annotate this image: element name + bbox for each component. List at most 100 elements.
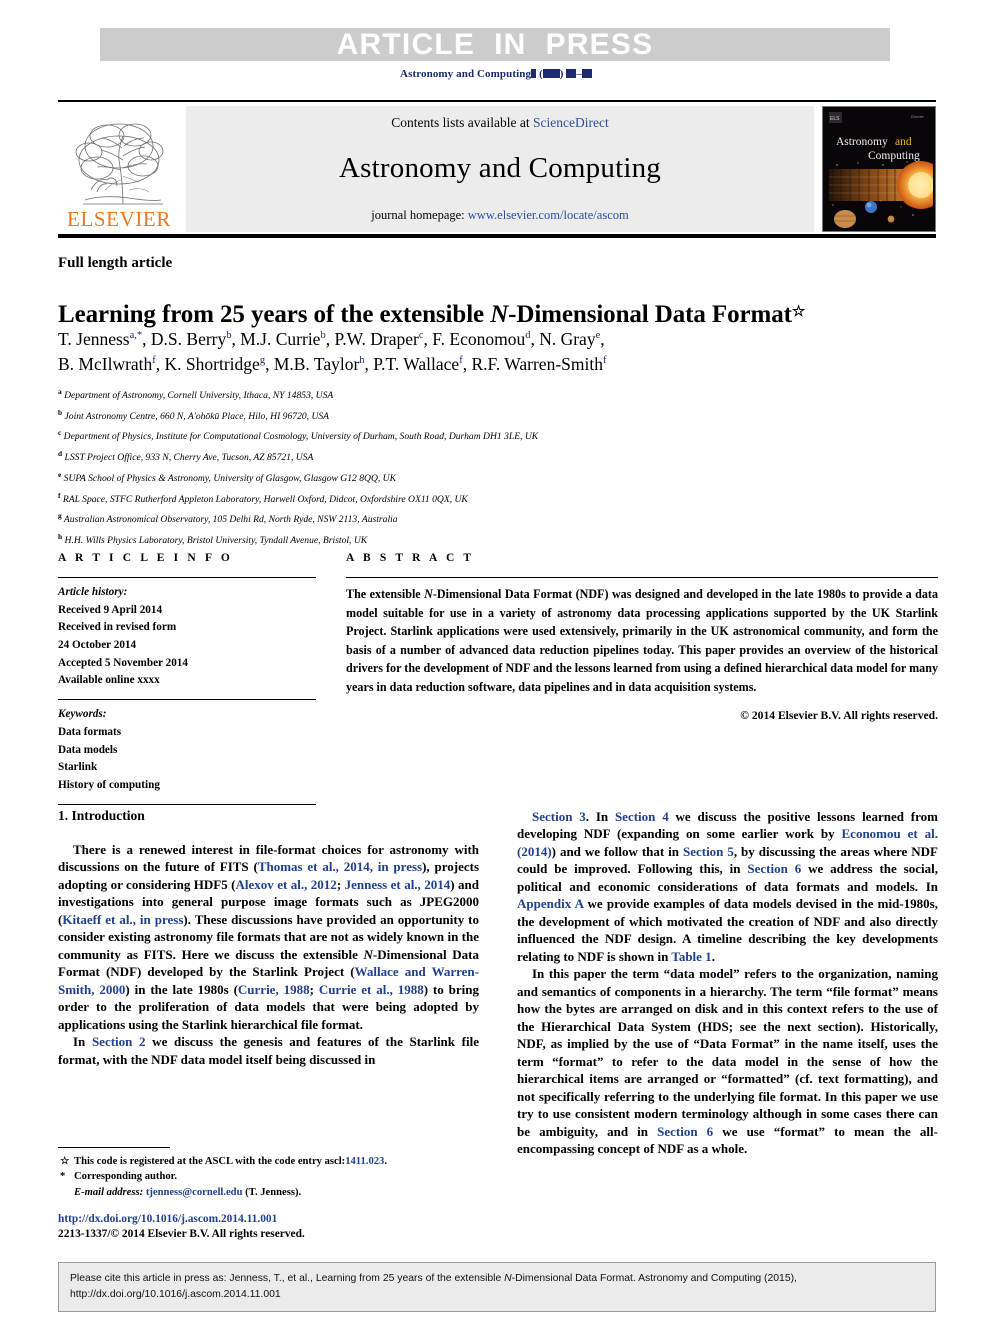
affiliation-item: a Department of Astronomy, Cornell Unive… [58,387,334,402]
keywords-label: Keywords: [58,708,107,721]
elsevier-wordmark: ELSEVIER [67,207,171,231]
email-address-label: E-mail address: [74,1186,144,1198]
article-history-line: Available online xxxx [58,674,160,687]
right-column-paragraphs: Section 3. In Section 4 we discuss the p… [517,808,938,1158]
citation-link[interactable]: Jenness et al., 2014 [345,877,451,892]
svg-text:Astronomy: Astronomy [836,136,888,148]
citation-link[interactable]: Currie, 1988 [238,982,310,997]
year-placeholder-block [542,69,560,78]
footnote-corresponding-author: * Corresponding author. [58,1169,479,1184]
keywords-block: Keywords: Data formats Data models Starlin… [58,700,316,803]
ascl-code-link[interactable]: 1411.023 [345,1156,384,1167]
citation-link[interactable]: Appendix A [517,896,583,911]
doi-block: http://dx.doi.org/10.1016/j.ascom.2014.1… [58,1212,479,1242]
sciencedirect-link[interactable]: ScienceDirect [533,115,609,130]
journal-homepage-prefix: journal homepage: [371,208,468,222]
body-paragraph: In this paper the term “data model” refe… [517,966,938,1157]
citation-link[interactable]: Thomas et al., 2014, in press [258,859,422,874]
citation-notice-text: Please cite this article in press as: Je… [70,1271,924,1302]
article-history-line: 24 October 2014 [58,639,137,652]
masthead-top-rule [58,100,936,102]
citation-link[interactable]: Section 3 [532,809,586,824]
keyword-item: Starlink [58,761,98,774]
body-paragraph: There is a renewed interest in file-form… [58,842,480,1032]
footnote-ascl-prefix: This code is registered at the ASCL with… [74,1156,346,1167]
email-owner-name: (T. Jenness). [245,1186,302,1198]
volume-placeholder-block [531,69,537,78]
citation-link[interactable]: Section 4 [615,809,669,824]
article-in-press-banner: ARTICLE IN PRESS [100,28,890,61]
author-list: T. Jennessa,*, D.S. Berryb, M.J. Currieb… [58,329,607,374]
citation-link[interactable]: Section 5 [683,844,734,859]
article-type-label: Full length article [58,255,173,271]
affiliation-item: c Department of Physics, Institute for C… [58,428,539,443]
article-page: ARTICLE IN PRESS Astronomy and Computing… [0,0,992,1323]
citation-link[interactable]: Alexov et al., 2012 [236,877,337,892]
corresponding-author-text: Corresponding author. [74,1171,178,1183]
page-end-placeholder-block [581,69,592,78]
article-history-line: Accepted 5 November 2014 [58,656,188,669]
article-info-column: A R T I C L E I N F O Article history: R… [58,552,316,805]
elsevier-logo: ELSEVIER [58,106,180,232]
article-info-heading: A R T I C L E I N F O [58,552,233,564]
page-title: Learning from 25 years of the extensible… [58,300,806,328]
article-history-line: Received in revised form [58,621,177,634]
journal-homepage-line: journal homepage: www.elsevier.com/locat… [371,208,628,223]
body-paragraph: Section 3. In Section 4 we discuss the p… [517,809,938,964]
article-in-press-label: ARTICLE IN PRESS [336,27,654,61]
journal-cover-art: ELS Elsevier Astronomy and Computing [823,107,935,231]
abstract-text: The extensible N-Dimensional Data Format… [346,587,938,694]
elsevier-tree-icon [75,123,164,205]
abstract-heading: A B S T R A C T [346,552,475,564]
journal-cover-thumbnail: ELS Elsevier Astronomy and Computing [822,106,936,232]
contents-available-line: Contents lists available at ScienceDirec… [391,115,608,131]
journal-masthead: ELSEVIER Contents lists available at Sci… [58,100,936,238]
affiliation-item: d LSST Project Office, 933 N, Cherry Ave… [58,449,314,464]
citation-link[interactable]: Section 6 [657,1124,713,1139]
citation-notice-box: Please cite this article in press as: Je… [58,1262,936,1313]
journal-reference-name: Astronomy and Computing [400,68,532,80]
svg-text:Computing: Computing [868,150,920,162]
keyword-item: Data models [58,743,118,756]
affiliation-item: h H.H. Wills Physics Laboratory, Bristol… [58,531,368,547]
affiliation-item: e SUPA School of Physics & Astronomy, Un… [58,469,396,484]
svg-text:ELS: ELS [830,116,840,122]
journal-reference-line: Astronomy and Computing () – [0,68,992,80]
body-paragraph: In Section 2 we discuss the genesis and … [58,1034,479,1067]
affiliation-item: g Australian Astronomical Observatory, 1… [58,511,398,526]
info-abstract-region: A R T I C L E I N F O Article history: R… [58,552,938,805]
article-history-block: Article history: Received 9 April 2014 Re… [58,578,316,699]
footnote-asterisk-mark: * [60,1171,66,1183]
footnote-email-line: E-mail address: tjenness@cornell.edu (T.… [58,1185,479,1200]
citation-link[interactable]: Section 2 [92,1034,146,1049]
abstract-column: A B S T R A C T The extensible N-Dimensi… [346,552,938,805]
section-heading-introduction: 1. Introduction [58,808,145,823]
journal-title: Astronomy and Computing [339,152,661,184]
abstract-copyright: © 2014 Elsevier B.V. All rights reserved… [740,709,938,722]
footnote-ascl: ☆ This code is registered at the ASCL wit… [58,1154,479,1169]
journal-homepage-link[interactable]: www.elsevier.com/locate/ascom [468,208,629,222]
citation-link[interactable]: Currie et al., 1988 [319,982,424,997]
footnote-rule [58,1147,170,1148]
footnote-star-mark: ☆ [60,1156,70,1167]
article-info-rule-bottom [58,803,316,805]
citation-link[interactable]: Kitaeff et al., in press [62,912,183,927]
page-start-placeholder-block [566,69,577,78]
affiliation-item: b Joint Astronomy Centre, 660 N, A'ohōkū… [58,407,330,422]
doi-link[interactable]: http://dx.doi.org/10.1016/j.ascom.2014.1… [58,1212,479,1227]
keyword-item: Data formats [58,725,122,738]
citation-link[interactable]: Section 6 [747,861,801,876]
body-right-column: Section 3. In Section 4 we discuss the p… [517,808,938,1158]
citation-link[interactable]: Table 1 [671,949,711,964]
footnote-ascl-suffix: . [384,1156,388,1167]
footnote-block: ☆ This code is registered at the ASCL wit… [58,1147,479,1242]
author-email-link[interactable]: tjenness@cornell.edu [146,1187,243,1198]
contents-available-prefix: Contents lists available at [391,115,533,130]
article-history-label: Article history: [58,586,128,598]
article-history-line: Received 9 April 2014 [58,603,163,616]
svg-text:and: and [895,136,912,148]
left-column-paragraphs: There is a renewed interest in file-form… [58,841,479,1068]
affiliation-list: a Department of Astronomy, Cornell Unive… [58,385,938,551]
keyword-lines: Data formats Data models Starlink History o… [58,724,316,795]
issn-copyright-line: 2213-1337/© 2014 Elsevier B.V. All right… [58,1228,305,1241]
